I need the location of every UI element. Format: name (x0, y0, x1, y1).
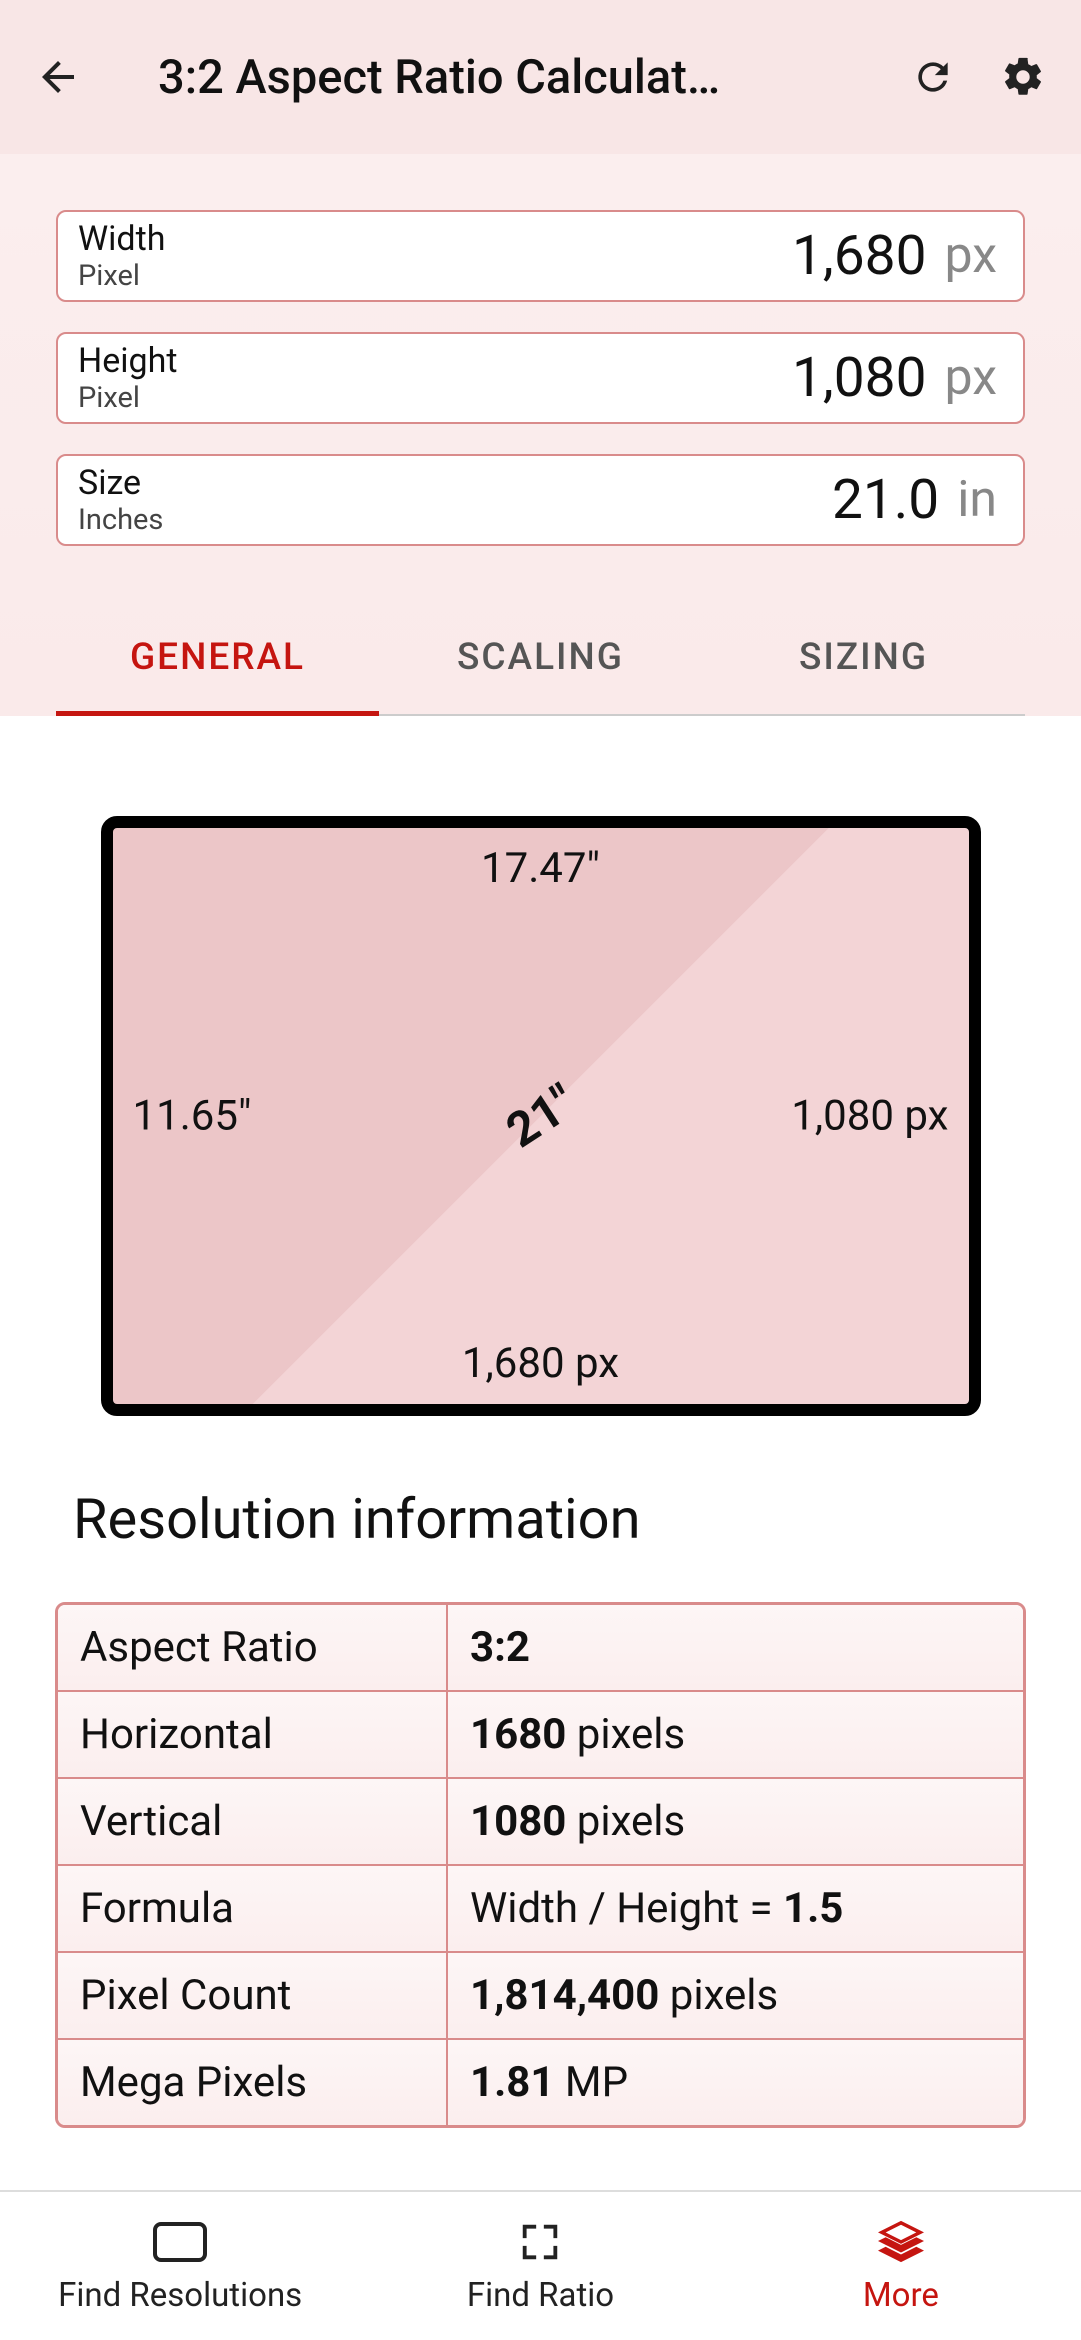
table-row: Horizontal 1680 pixels (58, 1692, 1023, 1779)
height-labels: Height Pixel (78, 341, 178, 415)
height-value: 1,080 (178, 346, 927, 410)
height-label: Height (78, 341, 178, 381)
width-sublabel: Pixel (78, 259, 165, 293)
row-value: 3:2 (448, 1605, 1023, 1690)
header-actions (903, 47, 1053, 107)
refresh-button[interactable] (903, 47, 963, 107)
app-header: 3:2 Aspect Ratio Calculat… (0, 0, 1081, 154)
size-field[interactable]: Size Inches 21.0 in (56, 454, 1025, 546)
diagram-diagonal: 21" (495, 1073, 585, 1159)
inputs-section: Width Pixel 1,680 px Height Pixel 1,080 … (0, 154, 1081, 716)
height-field[interactable]: Height Pixel 1,080 px (56, 332, 1025, 424)
back-button[interactable] (28, 47, 88, 107)
width-labels: Width Pixel (78, 219, 165, 293)
width-label: Width (78, 219, 165, 259)
size-labels: Size Inches (78, 463, 163, 537)
nav-find-resolutions[interactable]: Find Resolutions (0, 2192, 360, 2340)
rectangle-icon (152, 2218, 208, 2266)
table-row: Vertical 1080 pixels (58, 1779, 1023, 1866)
table-row: Aspect Ratio 3:2 (58, 1605, 1023, 1692)
main-content: 17.47" 11.65" 21" 1,080 px 1,680 px Reso… (0, 716, 1081, 2264)
expand-icon (517, 2218, 563, 2266)
resolution-table: Aspect Ratio 3:2 Horizontal 1680 pixels … (55, 1602, 1026, 2128)
diagram-width-inches: 17.47" (481, 844, 600, 893)
aspect-diagram: 17.47" 11.65" 21" 1,080 px 1,680 px (101, 816, 981, 1416)
size-sublabel: Inches (78, 503, 163, 537)
page-title: 3:2 Aspect Ratio Calculat… (158, 50, 903, 105)
diagram-container: 17.47" 11.65" 21" 1,080 px 1,680 px (55, 816, 1026, 1416)
tab-general[interactable]: GENERAL (56, 601, 379, 714)
table-row: Mega Pixels 1.81 MP (58, 2040, 1023, 2125)
refresh-icon (911, 55, 955, 99)
bottom-nav: Find Resolutions Find Ratio More (0, 2190, 1081, 2340)
row-value: 1.81 MP (448, 2040, 1023, 2125)
diagram-height-inches: 11.65" (133, 1092, 252, 1141)
nav-label: Find Resolutions (58, 2276, 302, 2315)
row-label: Vertical (58, 1779, 448, 1864)
size-label: Size (78, 463, 163, 503)
row-label: Mega Pixels (58, 2040, 448, 2125)
width-unit: px (944, 227, 997, 285)
row-value: 1,814,400 pixels (448, 1953, 1023, 2038)
layers-icon (878, 2218, 924, 2266)
row-label: Aspect Ratio (58, 1605, 448, 1690)
width-field[interactable]: Width Pixel 1,680 px (56, 210, 1025, 302)
size-unit: in (957, 471, 997, 529)
arrow-left-icon (34, 53, 82, 101)
diagram-height-px: 1,080 px (791, 1092, 948, 1141)
tab-sizing[interactable]: SIZING (702, 601, 1025, 714)
tab-scaling[interactable]: SCALING (379, 601, 702, 714)
row-value: Width / Height = 1.5 (448, 1866, 1023, 1951)
resolution-heading: Resolution information (73, 1486, 1026, 1552)
gear-icon (1000, 54, 1046, 100)
nav-label: Find Ratio (467, 2276, 614, 2315)
nav-label: More (863, 2276, 939, 2315)
row-label: Formula (58, 1866, 448, 1951)
row-value: 1080 pixels (448, 1779, 1023, 1864)
row-label: Pixel Count (58, 1953, 448, 2038)
settings-button[interactable] (993, 47, 1053, 107)
tabs: GENERAL SCALING SIZING (56, 601, 1025, 716)
row-label: Horizontal (58, 1692, 448, 1777)
row-value: 1680 pixels (448, 1692, 1023, 1777)
height-sublabel: Pixel (78, 381, 178, 415)
table-row: Pixel Count 1,814,400 pixels (58, 1953, 1023, 2040)
nav-more[interactable]: More (721, 2192, 1081, 2340)
table-row: Formula Width / Height = 1.5 (58, 1866, 1023, 1953)
width-value: 1,680 (165, 224, 926, 288)
height-unit: px (944, 349, 997, 407)
diagram-width-px: 1,680 px (462, 1339, 619, 1388)
size-value: 21.0 (163, 468, 939, 532)
nav-find-ratio[interactable]: Find Ratio (360, 2192, 720, 2340)
